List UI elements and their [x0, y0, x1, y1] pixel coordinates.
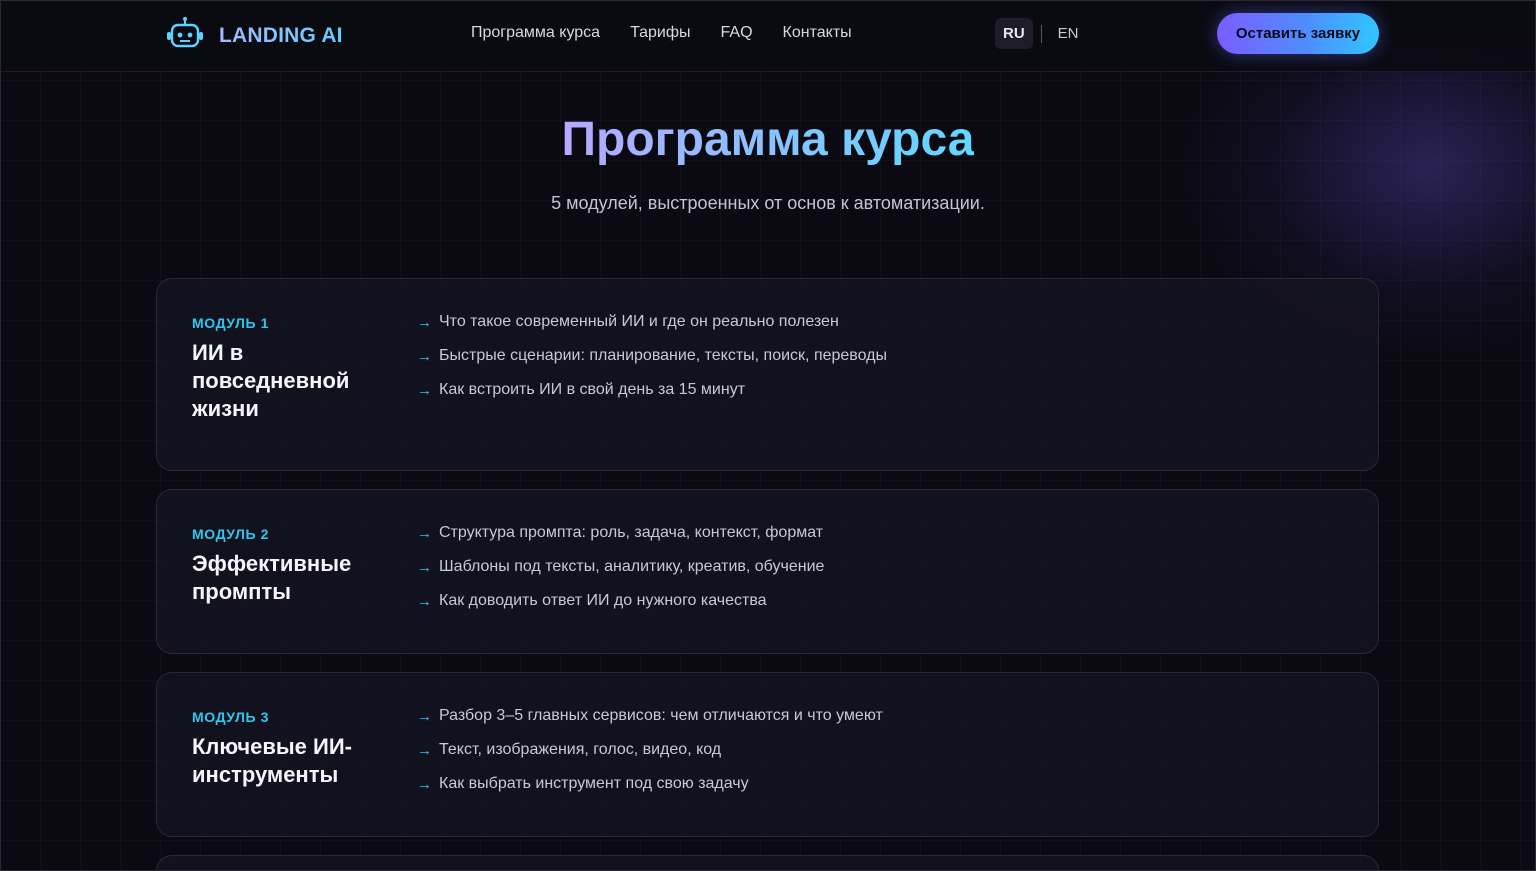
module-label: МОДУЛЬ 1	[192, 315, 270, 331]
list-item: → Шаблоны под тексты, аналитику, креатив,…	[417, 558, 825, 576]
nav-item-contacts[interactable]: Контакты	[783, 24, 852, 42]
page-subtitle: 5 модулей, выстроенных от основ к автома…	[551, 193, 985, 213]
arrow-right-icon: →	[417, 741, 432, 759]
module-title: Эффективные промпты	[192, 551, 352, 604]
site-header: LANDING AI Программа курса Тарифы FAQ Ко…	[0, 0, 1536, 72]
language-switcher: RU EN	[995, 18, 1087, 49]
module-card-2: МОДУЛЬ 2 Эффективные промпты → Структура …	[156, 489, 1379, 654]
list-item: → Как выбрать инструмент под свою задачу	[417, 775, 749, 793]
arrow-right-icon: →	[417, 347, 432, 365]
arrow-right-icon: →	[417, 524, 432, 542]
page-title: Программа курса	[561, 113, 975, 166]
logo-text: LANDING AI	[219, 23, 343, 47]
module-card-3: МОДУЛЬ 3 Ключевые ИИ-инструменты → Разбор…	[156, 672, 1379, 837]
list-item: → Как доводить ответ ИИ до нужного качест…	[417, 592, 767, 610]
nav-item-program[interactable]: Программа курса	[471, 24, 600, 42]
module-title: ИИ в повседневной жизни	[192, 340, 350, 421]
arrow-right-icon: →	[417, 592, 432, 610]
logo[interactable]: LANDING AI	[165, 16, 343, 55]
list-item: → Что такое современный ИИ и где он реаль…	[417, 313, 839, 331]
arrow-right-icon: →	[417, 313, 432, 331]
arrow-right-icon: →	[417, 381, 432, 399]
lang-divider	[1040, 24, 1042, 43]
arrow-right-icon: →	[417, 707, 432, 725]
arrow-right-icon: →	[417, 775, 432, 793]
list-item: → Текст, изображения, голос, видео, код	[417, 741, 722, 759]
main-nav: Программа курса Тарифы FAQ Контакты	[471, 24, 852, 42]
list-item: → Быстрые сценарии: планирование, тексты,…	[417, 347, 887, 365]
module-topics: → Что такое современный ИИ и где он реаль…	[417, 305, 887, 407]
module-topics: → Структура промпта: роль, задача, контек…	[417, 516, 824, 618]
module-card-1: МОДУЛЬ 1 ИИ в повседневной жизни → Что та…	[156, 278, 1379, 471]
arrow-right-icon: →	[417, 558, 432, 576]
module-topics: → Разбор 3–5 главных сервисов: чем отлича…	[417, 699, 883, 801]
list-item: → Как встроить ИИ в свой день за 15 минут	[417, 381, 746, 399]
module-title: Ключевые ИИ-инструменты	[192, 734, 352, 787]
lang-ru-button[interactable]: RU	[995, 18, 1033, 49]
list-item: → Разбор 3–5 главных сервисов: чем отлича…	[417, 707, 883, 725]
nav-item-pricing[interactable]: Тарифы	[630, 24, 690, 42]
nav-item-faq[interactable]: FAQ	[721, 24, 753, 42]
module-label: МОДУЛЬ 3	[192, 709, 270, 725]
apply-button[interactable]: Оставить заявку	[1217, 13, 1379, 54]
robot-icon	[165, 16, 205, 55]
list-item: → Структура промпта: роль, задача, контек…	[417, 524, 824, 542]
lang-en-button[interactable]: EN	[1050, 18, 1087, 49]
module-card-4-partial	[156, 855, 1379, 871]
module-label: МОДУЛЬ 2	[192, 526, 270, 542]
